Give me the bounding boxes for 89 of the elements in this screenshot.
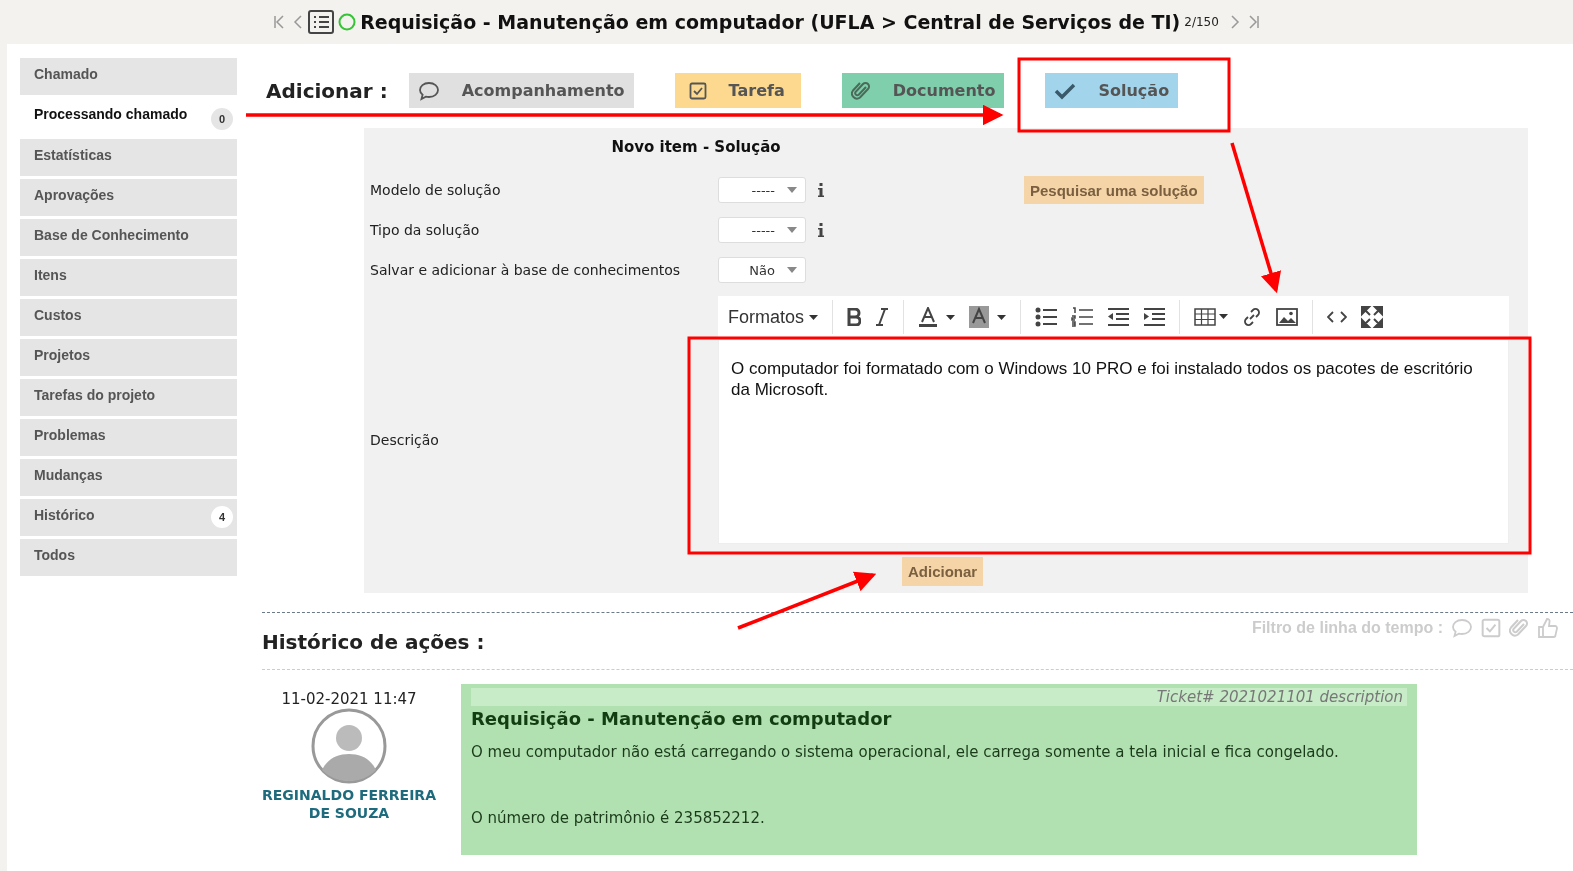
- indent-icon[interactable]: [1143, 307, 1166, 327]
- tab-label: Aprovações: [34, 187, 115, 203]
- sidebar-tab[interactable]: Custos: [20, 299, 237, 336]
- form-title: Novo item - Solução: [610, 138, 782, 156]
- card-paragraph: O meu computador não está carregando o sistema operacional, ele carrega somente a tela inicial e fica congelado.: [471, 743, 1340, 761]
- tab-label: Tarefas do projeto: [34, 387, 156, 403]
- tab-label: Estatísticas: [34, 147, 112, 163]
- tab-label: Itens: [34, 267, 67, 283]
- sidebar-tab[interactable]: Todos: [20, 539, 237, 576]
- count-badge: 4: [211, 506, 233, 528]
- field-label: Salvar e adicionar à base de conhecimentos: [369, 262, 682, 278]
- add-item-button[interactable]: Documento: [841, 73, 1005, 108]
- description-text: O computador foi formatado com o Windows 10 PRO e foi instalado todos os pacotes de escritório da Microsoft.: [731, 358, 1474, 400]
- caret-icon: [809, 314, 819, 320]
- first-page-icon[interactable]: [273, 15, 286, 29]
- tab-label: Custos: [34, 307, 82, 323]
- status-circle-icon: [338, 13, 357, 31]
- field-label: Tipo da solução: [369, 222, 481, 238]
- bullet-list-icon[interactable]: [1035, 307, 1058, 327]
- list-icon[interactable]: [308, 10, 335, 34]
- sidebar-tab[interactable]: Itens: [20, 259, 237, 296]
- caret-icon[interactable]: [997, 314, 1007, 320]
- checkmark-icon: [1054, 81, 1077, 100]
- search-solution-button[interactable]: Pesquisar uma solução: [1024, 176, 1204, 204]
- link-icon[interactable]: [1242, 307, 1263, 327]
- entry-date: 11-02-2021 11:47: [281, 690, 417, 708]
- dropdown-field[interactable]: -----: [718, 177, 806, 203]
- dropdown-field[interactable]: Não: [718, 257, 806, 283]
- ticket-counter: 2/150: [1184, 15, 1219, 29]
- sidebar-tab[interactable]: Mudanças: [20, 459, 237, 496]
- tab-label: Chamado: [34, 66, 98, 82]
- thumbs-up-icon[interactable]: [1537, 617, 1559, 639]
- description-editor[interactable]: O computador foi formatado com o Windows 10 PRO e foi instalado todos os pacotes de escritório da Microsoft.: [718, 339, 1509, 544]
- caret-icon[interactable]: [946, 314, 956, 320]
- card-paragraph: O número de patrimônio é 235852212.: [471, 809, 766, 827]
- card-title: Requisição - Manutenção em computador: [471, 708, 893, 729]
- outdent-icon[interactable]: [1107, 307, 1130, 327]
- numbered-list-icon[interactable]: [1071, 307, 1094, 327]
- tab-label: Mudanças: [34, 467, 103, 483]
- field-label: Descrição: [369, 431, 440, 448]
- paperclip-icon[interactable]: [1509, 617, 1529, 639]
- sidebar-tab[interactable]: Aprovações: [20, 179, 237, 216]
- info-icon[interactable]: [818, 223, 824, 237]
- previous-icon[interactable]: [293, 15, 303, 29]
- sidebar-tab[interactable]: Histórico 4: [20, 499, 237, 536]
- last-page-icon[interactable]: [1247, 15, 1260, 29]
- count-badge: 0: [211, 108, 233, 130]
- add-item-button[interactable]: Acompanhamento: [408, 73, 634, 108]
- paperclip-icon: [850, 79, 871, 102]
- author-name[interactable]: REGINALDO FERREIRA DE SOUZA: [262, 786, 436, 822]
- add-item-button[interactable]: Tarefa: [674, 73, 801, 108]
- speech-bubble-icon: [417, 80, 440, 101]
- sidebar-tab[interactable]: Base de Conhecimento: [20, 219, 237, 256]
- fullscreen-icon[interactable]: [1361, 306, 1384, 328]
- dropdown-field[interactable]: -----: [718, 217, 806, 243]
- tab-label: Problemas: [34, 427, 106, 443]
- checkbox-icon: [688, 81, 707, 100]
- tab-label: Projetos: [34, 347, 90, 363]
- sidebar-tab[interactable]: Chamado: [20, 58, 237, 95]
- add-button[interactable]: Adicionar: [902, 557, 984, 586]
- next-icon[interactable]: [1230, 15, 1240, 29]
- tab-label: Base de Conhecimento: [34, 227, 189, 243]
- add-label: Adicionar :: [266, 78, 388, 103]
- field-label: Modelo de solução: [369, 182, 502, 198]
- image-icon[interactable]: [1276, 308, 1299, 326]
- tab-label: Histórico: [34, 507, 95, 523]
- caret-icon: [787, 227, 797, 233]
- text-color-icon[interactable]: [918, 307, 939, 327]
- info-icon[interactable]: [818, 183, 824, 197]
- sidebar-tab[interactable]: Tarefas do projeto: [20, 379, 237, 416]
- highlight-color-icon[interactable]: [969, 306, 990, 328]
- avatar-silhouette-icon: [310, 708, 388, 784]
- italic-icon[interactable]: [875, 308, 890, 326]
- formats-dropdown[interactable]: Formatos: [728, 306, 819, 328]
- ticket-title: Requisição - Manutenção em computador (UFLA > Central de Serviços de TI): [360, 11, 1181, 33]
- bold-icon[interactable]: [847, 308, 862, 326]
- sidebar-tab[interactable]: Problemas: [20, 419, 237, 456]
- tab-label: Todos: [34, 547, 75, 563]
- checkbox-icon[interactable]: [1481, 618, 1501, 638]
- code-icon[interactable]: [1327, 310, 1348, 324]
- caret-icon: [787, 267, 797, 273]
- sidebar-tab[interactable]: Estatísticas: [20, 139, 237, 176]
- ticket-reference: Ticket# 2021021101 description: [471, 688, 1407, 706]
- table-icon[interactable]: [1194, 308, 1229, 326]
- sidebar-tab[interactable]: Projetos: [20, 339, 237, 376]
- add-item-button[interactable]: Solução: [1045, 73, 1179, 108]
- caret-icon: [787, 187, 797, 193]
- history-title: Histórico de ações :: [262, 629, 485, 654]
- tab-label: Processando chamado: [34, 106, 188, 122]
